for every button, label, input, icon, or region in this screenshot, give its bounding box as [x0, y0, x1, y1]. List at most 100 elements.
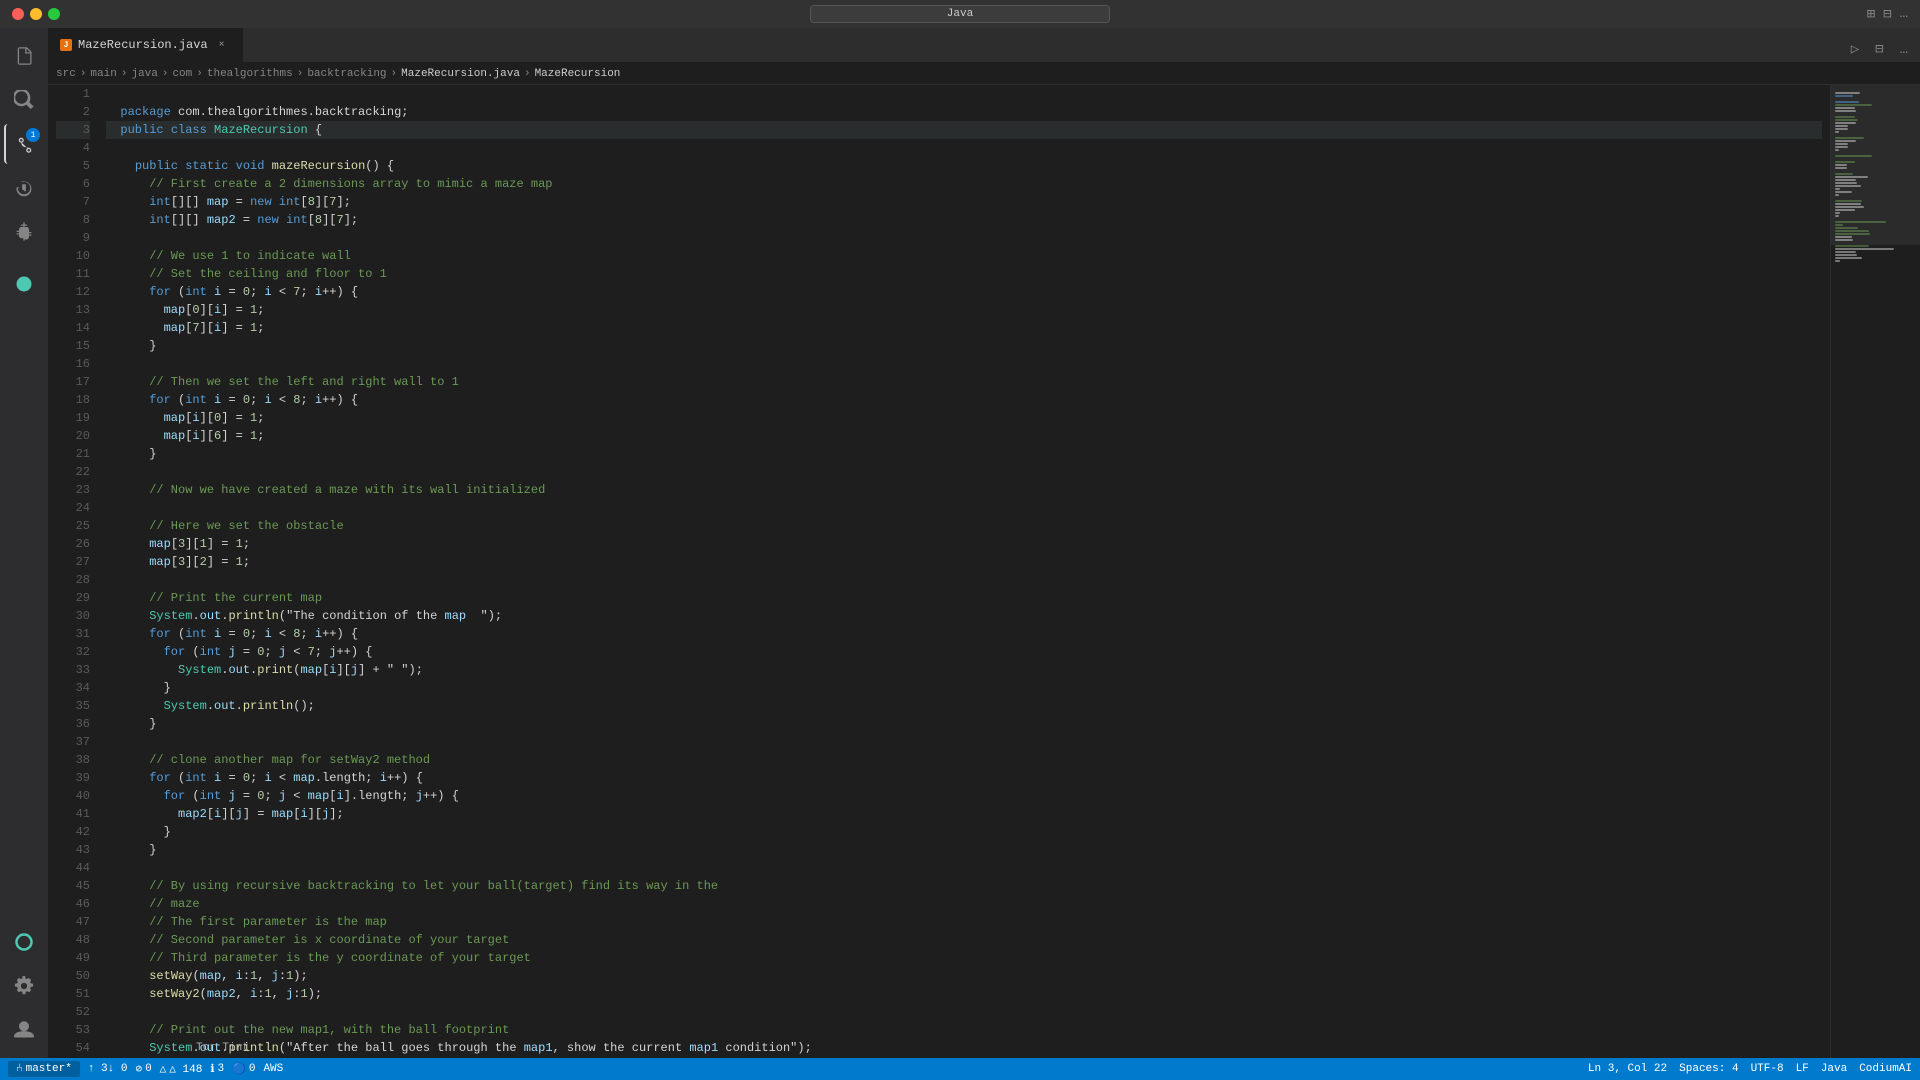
breadcrumb-thealgorithms[interactable]: thealgorithms — [207, 68, 293, 80]
activity-bar: 1 — [0, 28, 48, 1058]
encoding-status[interactable]: UTF-8 — [1751, 1063, 1784, 1075]
codium-icon[interactable] — [4, 922, 44, 962]
col-icon: 🔵 — [232, 1062, 246, 1076]
code-line-48: // Second parameter is x coordinate of y… — [106, 931, 1822, 949]
breadcrumb-class[interactable]: MazeRecursion — [535, 68, 621, 80]
source-control-icon[interactable]: 1 — [4, 124, 44, 164]
code-line-11: // Set the ceiling and floor to 1 — [106, 265, 1822, 283]
aws-label: AWS — [263, 1063, 283, 1075]
minimize-btn[interactable] — [30, 8, 42, 20]
language-status[interactable]: Java — [1821, 1063, 1847, 1075]
code-line-53: // Print out the new map1, with the ball… — [106, 1021, 1822, 1039]
col-indicator[interactable]: 🔵 0 — [232, 1062, 255, 1076]
encoding-label: UTF-8 — [1751, 1063, 1784, 1075]
breadcrumb-com[interactable]: com — [172, 68, 192, 80]
activity-top: 1 — [4, 36, 44, 304]
git-branch-label: master* — [26, 1063, 72, 1075]
titlebar: ‹ › Java ⊞ ⊟ … — [0, 0, 1920, 28]
code-line-43: } — [106, 841, 1822, 859]
code-line-29: // Print the current map — [106, 589, 1822, 607]
code-line-16 — [106, 355, 1822, 373]
code-line-41: map2[i][j] = map[i][j]; — [106, 805, 1822, 823]
maximize-btn[interactable] — [48, 8, 60, 20]
breadcrumb-java[interactable]: java — [131, 68, 157, 80]
account-icon[interactable] — [4, 1010, 44, 1050]
code-line-13: map[0][i] = 1; — [106, 301, 1822, 319]
code-line-44 — [106, 859, 1822, 877]
col-label: 0 — [249, 1063, 256, 1075]
code-line-34: } — [106, 679, 1822, 697]
code-line-40: for (int j = 0; j < map[i].length; j++) … — [106, 787, 1822, 805]
extensions-icon[interactable] — [4, 212, 44, 252]
activity-bottom — [4, 922, 44, 1050]
run-debug-icon[interactable] — [4, 168, 44, 208]
code-line-47: // The first parameter is the map — [106, 913, 1822, 931]
code-line-32: for (int j = 0; j < 7; j++) { — [106, 643, 1822, 661]
close-btn[interactable] — [12, 8, 24, 20]
tab-maze-recursion[interactable]: J MazeRecursion.java × — [48, 28, 243, 62]
code-line-4 — [106, 139, 1822, 157]
ln-col-status[interactable]: Ln 3, Col 22 — [1588, 1063, 1667, 1075]
warnings-status[interactable]: △ △ 148 — [160, 1062, 203, 1076]
info-icon: ℹ — [210, 1062, 214, 1076]
errors-status[interactable]: ⊘ 0 — [135, 1062, 151, 1076]
breadcrumb-backtracking[interactable]: backtracking — [307, 68, 386, 80]
layout-icon[interactable]: ⊟ — [1883, 6, 1891, 23]
tab-label: MazeRecursion.java — [78, 38, 208, 52]
code-line-1 — [106, 85, 1822, 103]
code-line-27: map[3][2] = 1; — [106, 553, 1822, 571]
editor-toolbar: ▷ ⊟ … — [1847, 37, 1920, 62]
minimap-content — [1831, 85, 1920, 267]
code-line-30: System.out.println("The condition of the… — [106, 607, 1822, 625]
code-line-38: // clone another map for setWay2 method — [106, 751, 1822, 769]
code-line-37 — [106, 733, 1822, 751]
codium-status[interactable]: CodiumAI — [1859, 1063, 1912, 1075]
code-editor: 1234567891011121314151617181920212223242… — [48, 85, 1920, 1058]
codium-label: CodiumAI — [1859, 1063, 1912, 1075]
code-line-51: setWay2(map2, i:1, j:1); — [106, 985, 1822, 1003]
code-line-14: map[7][i] = 1; — [106, 319, 1822, 337]
split-right-icon[interactable]: ⊟ — [1871, 37, 1887, 62]
more-icon[interactable]: … — [1900, 6, 1908, 22]
warning-icon: △ — [160, 1062, 167, 1076]
status-bar: ⑃ master* ↑ 3↓ 0 ⊘ 0 △ △ 148 ℹ 3 🔵 0 AWS… — [0, 1058, 1920, 1080]
more-actions-icon[interactable]: … — [1896, 38, 1912, 62]
breadcrumb-file[interactable]: MazeRecursion.java — [401, 68, 520, 80]
errors-label: 0 — [145, 1063, 152, 1075]
sync-status[interactable]: ↑ 3↓ 0 — [88, 1063, 128, 1075]
code-line-2: package com.thealgorithmes.backtracking; — [106, 103, 1822, 121]
spaces-status[interactable]: Spaces: 4 — [1679, 1063, 1738, 1075]
code-line-36: } — [106, 715, 1822, 733]
git-branch[interactable]: ⑃ master* — [8, 1061, 80, 1077]
info-status[interactable]: ℹ 3 — [210, 1062, 224, 1076]
code-line-33: System.out.print(map[i][j] + " "); — [106, 661, 1822, 679]
breadcrumb-main[interactable]: main — [90, 68, 116, 80]
files-icon[interactable] — [4, 36, 44, 76]
code-line-46: // maze — [106, 895, 1822, 913]
line-numbers: 1234567891011121314151617181920212223242… — [48, 85, 98, 1058]
source-control-badge: 1 — [26, 128, 40, 142]
breadcrumb-src[interactable]: src — [56, 68, 76, 80]
search-icon[interactable] — [4, 80, 44, 120]
code-line-54: System.out.println("After the ball goes … — [106, 1039, 1822, 1057]
code-line-45: // By using recursive backtracking to le… — [106, 877, 1822, 895]
minimap[interactable] — [1830, 85, 1920, 1058]
code-line-25: // Here we set the obstacle — [106, 517, 1822, 535]
code-line-26: map[3][1] = 1; — [106, 535, 1822, 553]
settings-icon[interactable] — [4, 966, 44, 1006]
code-line-21: } — [106, 445, 1822, 463]
code-line-8: int[][] map2 = new int[8][7]; — [106, 211, 1822, 229]
live-share-icon[interactable] — [4, 264, 44, 304]
run-button[interactable]: ▷ — [1847, 37, 1863, 62]
code-line-18: for (int i = 0; i < 8; i++) { — [106, 391, 1822, 409]
code-line-23: // Now we have created a maze with its w… — [106, 481, 1822, 499]
code-line-50: setWay(map, i:1, j:1); — [106, 967, 1822, 985]
split-editor-icon[interactable]: ⊞ — [1867, 6, 1875, 23]
code-line-5: public static void mazeRecursion() { — [106, 157, 1822, 175]
tab-close-btn[interactable]: × — [214, 37, 230, 53]
code-content[interactable]: package com.thealgorithmes.backtracking;… — [98, 85, 1830, 1058]
search-bar[interactable]: Java — [810, 5, 1110, 23]
aws-status[interactable]: AWS — [263, 1063, 283, 1075]
line-ending-status[interactable]: LF — [1796, 1063, 1809, 1075]
tor-tint-label: Tor Tint — [196, 1042, 249, 1054]
